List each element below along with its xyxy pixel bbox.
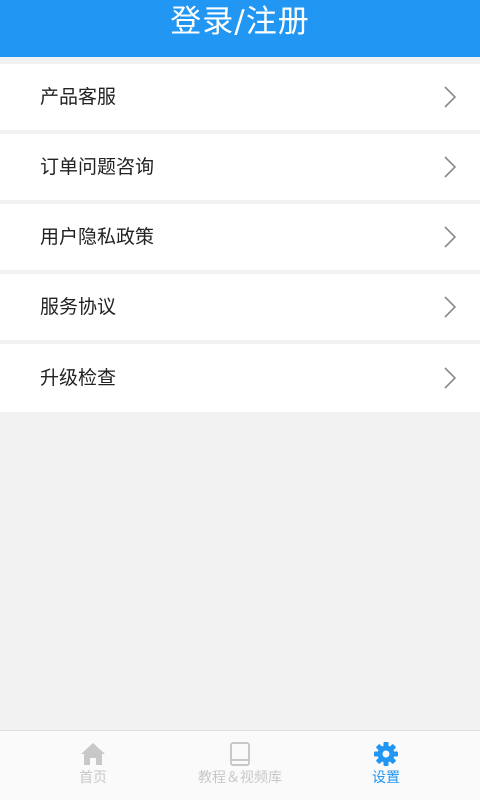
menu-item-product-service[interactable]: 产品客服 — [0, 64, 480, 130]
gear-icon — [374, 742, 398, 766]
menu-item-service-agreement[interactable]: 服务协议 — [0, 274, 480, 340]
menu-item-privacy-policy[interactable]: 用户隐私政策 — [0, 204, 480, 270]
login-register-link[interactable]: 登录/注册 — [170, 0, 309, 44]
app-header: 登录/注册 — [0, 0, 480, 57]
chevron-right-icon — [444, 296, 456, 318]
home-icon — [81, 743, 105, 765]
chevron-right-icon — [444, 156, 456, 178]
tab-tutorials-videos[interactable]: 教程＆视频库 — [160, 731, 320, 800]
menu-item-update-check[interactable]: 升级检查 — [0, 344, 480, 412]
menu-item-label: 用户隐私政策 — [40, 226, 155, 248]
tab-label: 设置 — [372, 770, 400, 786]
tab-home[interactable]: 首页 — [13, 731, 173, 800]
menu-item-label: 服务协议 — [40, 296, 117, 318]
menu-item-order-inquiry[interactable]: 订单问题咨询 — [0, 134, 480, 200]
chevron-right-icon — [444, 86, 456, 108]
menu-item-label: 升级检查 — [40, 367, 117, 389]
menu-item-label: 订单问题咨询 — [40, 156, 155, 178]
tab-label: 教程＆视频库 — [198, 770, 282, 786]
chevron-right-icon — [444, 226, 456, 248]
tab-settings[interactable]: 设置 — [306, 731, 466, 800]
chevron-right-icon — [444, 367, 456, 389]
settings-menu: 产品客服 订单问题咨询 用户隐私政策 服务协议 升级检查 — [0, 64, 480, 412]
tab-label: 首页 — [79, 770, 107, 786]
book-icon — [230, 742, 250, 766]
menu-item-label: 产品客服 — [40, 86, 117, 108]
bottom-tab-bar: 首页 教程＆视频库 设置 — [0, 730, 480, 800]
